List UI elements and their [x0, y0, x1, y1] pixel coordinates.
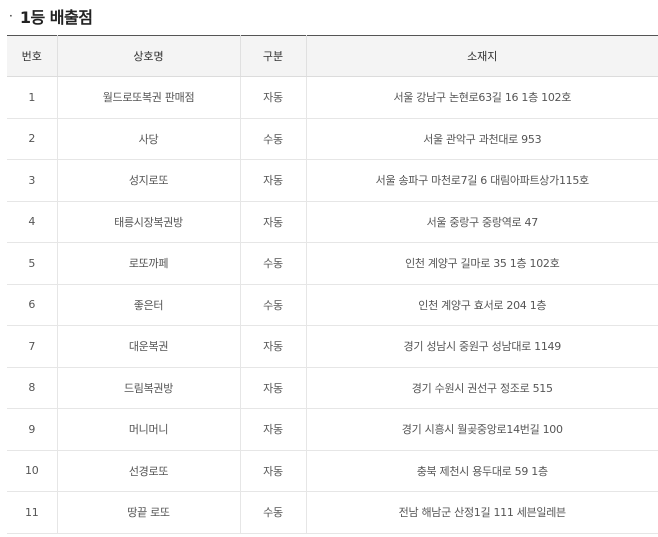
- table-row: 3 성지로또 자동 서울 송파구 마천로7길 6 대림아파트상가115호: [7, 159, 658, 202]
- cell-type: 수동: [240, 491, 307, 534]
- cell-address: 경기 수원시 권선구 정조로 515: [306, 367, 658, 409]
- cell-address: 경기 시흥시 월곶중앙로14번길 100: [306, 408, 658, 451]
- cell-type: 자동: [240, 367, 307, 409]
- table-row: 4 태릉시장복권방 자동 서울 중랑구 중랑역로 47: [7, 201, 658, 243]
- cell-number: 8: [7, 367, 58, 409]
- table-row: 9 머니머니 자동 경기 시흥시 월곶중앙로14번길 100: [7, 408, 658, 451]
- header-address: 소재지: [306, 35, 658, 77]
- table-row: 6 좋은터 수동 인천 계양구 효서로 204 1층: [7, 284, 658, 326]
- cell-address: 충북 제천시 용두대로 59 1층: [306, 450, 658, 492]
- cell-address: 인천 계양구 길마로 35 1층 102호: [306, 242, 658, 285]
- cell-type: 자동: [240, 76, 307, 119]
- cell-type: 자동: [240, 408, 307, 451]
- winning-stores-page: · 1등 배출점 번호 상호명 구분 소재지 1 월드로또복권 판매점 자동 서울 강…: [0, 0, 658, 537]
- cell-type: 자동: [240, 159, 307, 202]
- cell-type: 자동: [240, 450, 307, 492]
- table-row: 10 선경로또 자동 충북 제천시 용두대로 59 1층: [7, 450, 658, 492]
- header-store-name: 상호명: [57, 35, 241, 77]
- table-row: 11 땅끝 로또 수동 전남 해남군 산정1길 111 세븐일레븐: [7, 491, 658, 534]
- cell-type: 수동: [240, 118, 307, 160]
- table-header: 번호 상호명 구분 소재지: [7, 35, 658, 77]
- cell-store-name: 대운복권: [57, 325, 241, 368]
- table-row: 5 로또까페 수동 인천 계양구 길마로 35 1층 102호: [7, 242, 658, 285]
- cell-number: 2: [7, 118, 58, 160]
- cell-address: 서울 관악구 과천대로 953: [306, 118, 658, 160]
- bullet-icon: ·: [9, 9, 13, 23]
- header-type: 구분: [240, 35, 307, 77]
- cell-store-name: 로또까페: [57, 242, 241, 285]
- table-row: 8 드림복권방 자동 경기 수원시 권선구 정조로 515: [7, 367, 658, 409]
- cell-store-name: 선경로또: [57, 450, 241, 492]
- cell-address: 서울 중랑구 중랑역로 47: [306, 201, 658, 243]
- cell-address: 경기 성남시 중원구 성남대로 1149: [306, 325, 658, 368]
- cell-store-name: 사당: [57, 118, 241, 160]
- cell-number: 11: [7, 491, 58, 534]
- header-number: 번호: [7, 35, 58, 77]
- cell-store-name: 좋은터: [57, 284, 241, 326]
- cell-type: 수동: [240, 242, 307, 285]
- cell-type: 자동: [240, 325, 307, 368]
- cell-number: 9: [7, 408, 58, 451]
- cell-address: 인천 계양구 효서로 204 1층: [306, 284, 658, 326]
- winning-stores-table: 번호 상호명 구분 소재지 1 월드로또복권 판매점 자동 서울 강남구 논현로63길…: [7, 35, 658, 534]
- table-row: 7 대운복권 자동 경기 성남시 중원구 성남대로 1149: [7, 325, 658, 368]
- cell-store-name: 머니머니: [57, 408, 241, 451]
- cell-number: 5: [7, 242, 58, 285]
- table-row: 1 월드로또복권 판매점 자동 서울 강남구 논현로63길 16 1층 102호: [7, 76, 658, 119]
- cell-store-name: 태릉시장복권방: [57, 201, 241, 243]
- table-row: 2 사당 수동 서울 관악구 과천대로 953: [7, 118, 658, 160]
- section-header: · 1등 배출점: [9, 4, 93, 28]
- cell-address: 서울 강남구 논현로63길 16 1층 102호: [306, 76, 658, 119]
- section-title: 1등 배출점: [19, 8, 93, 27]
- cell-number: 1: [7, 76, 58, 119]
- cell-type: 자동: [240, 201, 307, 243]
- cell-number: 10: [7, 450, 58, 492]
- cell-number: 3: [7, 159, 58, 202]
- cell-store-name: 성지로또: [57, 159, 241, 202]
- cell-number: 4: [7, 201, 58, 243]
- table-header-row: 번호 상호명 구분 소재지: [7, 35, 658, 77]
- cell-store-name: 땅끝 로또: [57, 491, 241, 534]
- cell-address: 서울 송파구 마천로7길 6 대림아파트상가115호: [306, 159, 658, 202]
- cell-store-name: 월드로또복권 판매점: [57, 76, 241, 119]
- cell-number: 7: [7, 325, 58, 368]
- cell-store-name: 드림복권방: [57, 367, 241, 409]
- table-body: 1 월드로또복권 판매점 자동 서울 강남구 논현로63길 16 1층 102호 2 사당…: [7, 76, 658, 534]
- cell-number: 6: [7, 284, 58, 326]
- cell-address: 전남 해남군 산정1길 111 세븐일레븐: [306, 491, 658, 534]
- cell-type: 수동: [240, 284, 307, 326]
